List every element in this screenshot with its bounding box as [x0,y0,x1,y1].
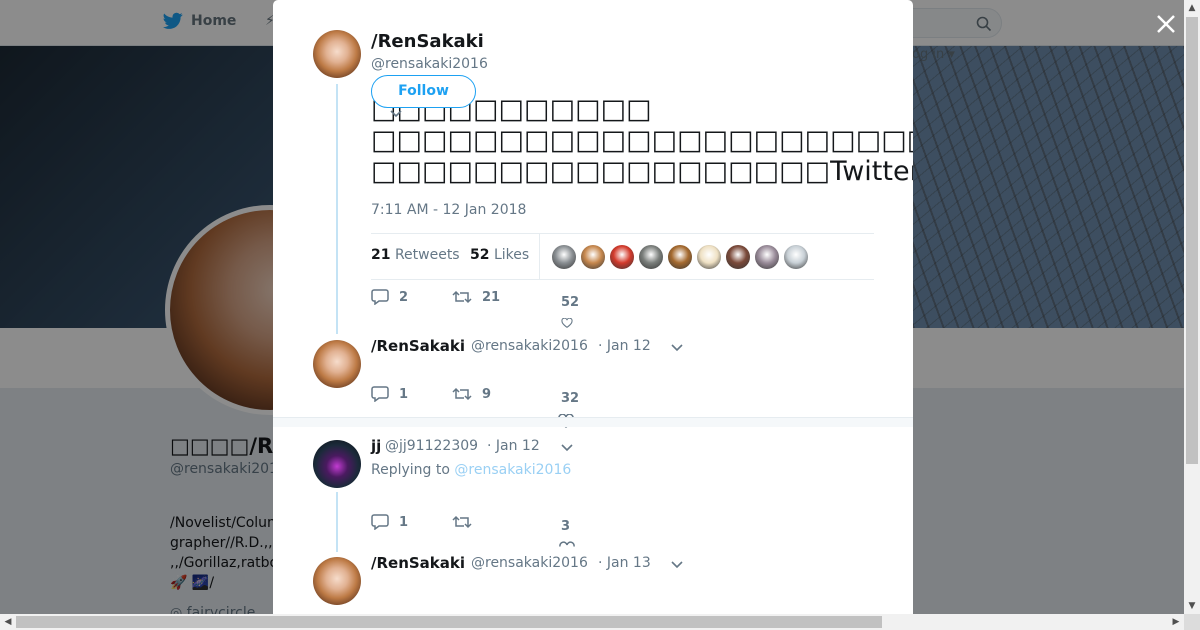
retweet-button[interactable] [452,514,482,530]
retweets-stat-count: 21 [371,247,391,263]
replying-to: Replying to @rensakaki2016 [371,462,571,478]
reply-author-name[interactable]: /RenSakaki [371,554,465,572]
vertical-scrollbar-thumb[interactable] [1186,17,1198,464]
main-tweet-timestamp[interactable]: 7:11 AM - 12 Jan 2018 [371,202,526,218]
reply-actions: 1 [371,514,611,540]
main-tweet-avatar[interactable] [313,30,361,78]
retweet-button[interactable]: 9 [452,386,491,402]
chevron-down-icon[interactable] [390,110,402,118]
reply-avatar[interactable] [313,440,361,488]
tweet-permalink-modal: /RenSakaki @rensakaki2016 □□□□□□□□□□□ □□… [273,0,913,614]
reply-button[interactable]: 1 [371,386,408,402]
reply-author-handle[interactable]: @rensakaki2016 [471,338,588,354]
reply-date[interactable]: · Jan 13 [598,555,651,571]
thread-line [336,84,338,334]
reply-date[interactable]: · Jan 12 [598,338,651,354]
reply-avatar[interactable] [313,557,361,605]
likes-stat-label: Likes [493,247,530,263]
retweets-stat[interactable]: 21 Retweets [371,247,460,263]
retweet-icon [452,515,472,529]
reply-button[interactable]: 2 [371,289,408,305]
reply-separator [273,417,913,427]
heart-icon[interactable] [559,318,575,328]
liker-avatar[interactable] [610,245,634,269]
likes-stat-count: 52 [470,247,490,263]
replying-to-label: Replying to [371,462,450,478]
retweets-stat-label: Retweets [394,247,460,263]
replying-to-handle-link[interactable]: @rensakaki2016 [454,462,571,478]
retweet-count: 9 [482,386,492,402]
tweet-text-line: □□□□□□□□□□□□□□□□□□□□□□□□□□□□□□□□□□□□□□□□… [371,125,913,156]
horizontal-scrollbar[interactable]: ◀ ▶ [0,614,1184,630]
chevron-down-icon[interactable] [560,441,574,455]
liker-avatar[interactable] [784,245,808,269]
liker-avatar[interactable] [668,245,692,269]
thread-line [336,492,338,552]
tweet-stats-row: 21 Retweets 52 Likes [371,233,874,280]
liker-avatar[interactable] [755,245,779,269]
reply-icon [371,386,389,402]
liker-avatar[interactable] [552,245,576,269]
tweet-text-line: □□□□□□□□□□□□□□□□□□Twitter□□□□□□□□□□□□□□□… [371,156,913,187]
like-count[interactable]: 3 [561,519,570,534]
reply-count: 2 [399,289,409,305]
scroll-left-arrow-icon[interactable]: ◀ [0,614,16,630]
scroll-right-arrow-icon[interactable]: ▶ [1168,614,1184,630]
reply-count: 1 [399,514,409,530]
reply-count: 1 [399,386,409,402]
reply-author-handle[interactable]: @jj91122309 [385,438,478,454]
liker-avatar[interactable] [697,245,721,269]
retweet-icon [452,387,472,401]
liker-avatar[interactable] [581,245,605,269]
reply-author-name[interactable]: /RenSakaki [371,337,465,355]
follow-button[interactable]: Follow [371,75,476,108]
chevron-down-icon[interactable] [670,341,684,355]
close-icon[interactable] [1154,12,1178,36]
liker-avatar[interactable] [726,245,750,269]
reply-author-handle[interactable]: @rensakaki2016 [471,555,588,571]
retweet-button[interactable]: 21 [452,289,500,305]
retweet-count: 21 [482,289,501,305]
reply-avatar[interactable] [313,340,361,388]
reply-button[interactable]: 1 [371,514,408,530]
main-tweet-author-handle[interactable]: @rensakaki2016 [371,56,488,72]
main-tweet-author-name[interactable]: /RenSakaki [371,31,484,52]
horizontal-scrollbar-thumb[interactable] [16,616,882,628]
stats-divider [539,234,540,279]
reply-icon [371,514,389,530]
liker-avatar[interactable] [639,245,663,269]
heart-icon[interactable] [559,541,575,547]
scrollbar-corner [1184,614,1200,630]
like-count[interactable]: 52 [561,295,579,310]
like-count[interactable]: 32 [561,391,579,406]
likes-stat[interactable]: 52 Likes [470,247,529,263]
vertical-scrollbar[interactable]: ▲ ▼ [1184,0,1200,614]
reply-icon [371,289,389,305]
scroll-down-arrow-icon[interactable]: ▼ [1184,598,1200,614]
reply-author-name[interactable]: jj [371,437,381,455]
retweet-icon [452,290,472,304]
chevron-down-icon[interactable] [670,558,684,572]
reply-date[interactable]: · Jan 12 [487,438,540,454]
scroll-up-arrow-icon[interactable]: ▲ [1184,0,1200,16]
